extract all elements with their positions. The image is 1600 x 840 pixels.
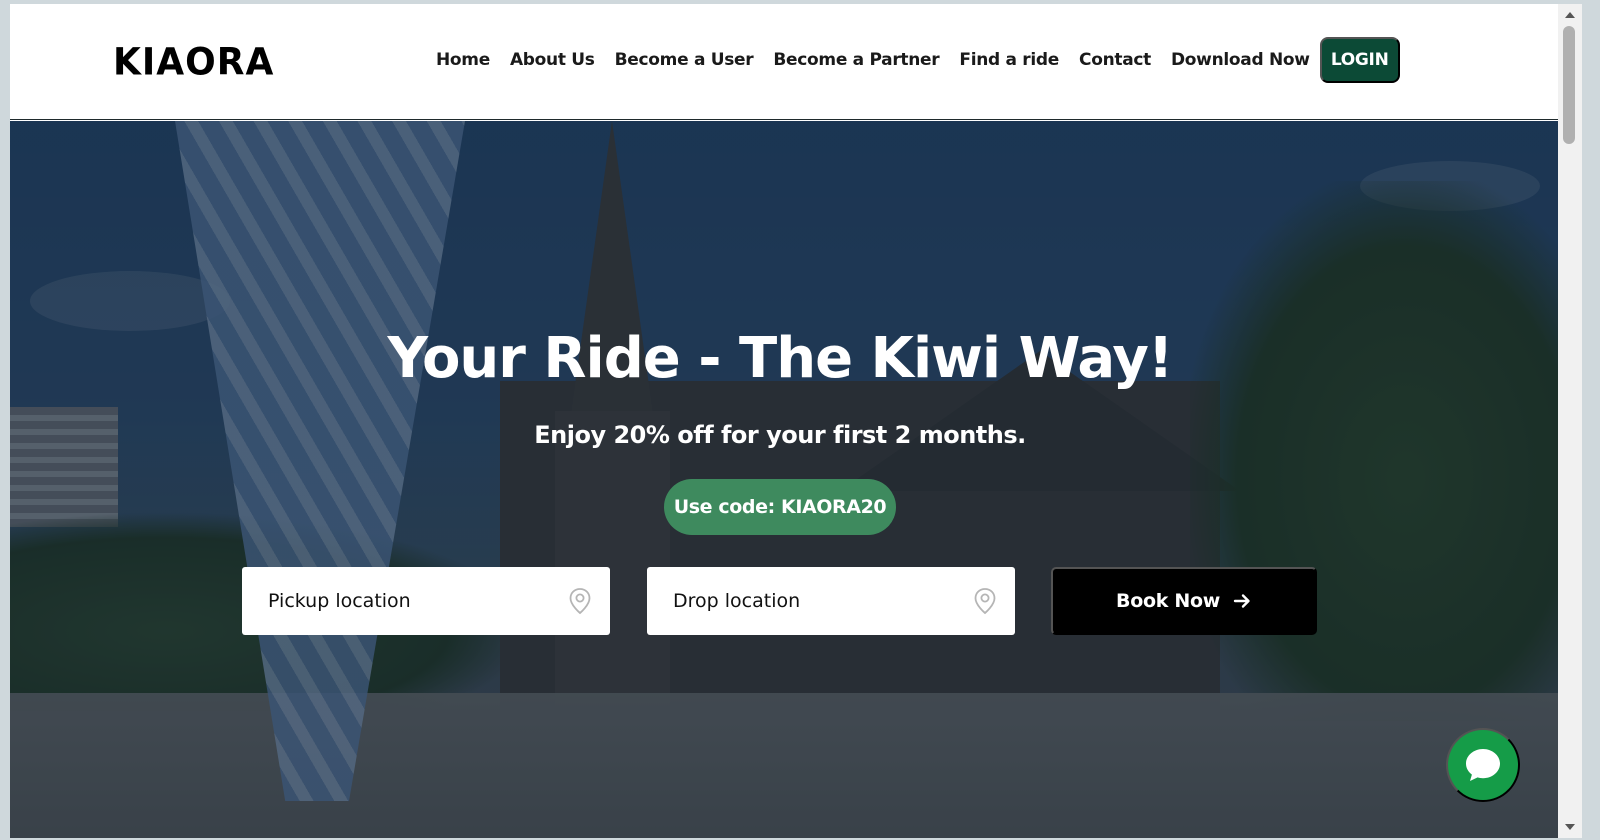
site-header: KIAORA Home About Us Become a User Becom… [10,4,1582,120]
scrollbar-thumb[interactable] [1563,26,1575,144]
main-nav: Home About Us Become a User Become a Par… [436,37,1400,83]
pickup-field[interactable] [242,567,610,635]
nav-find-a-ride[interactable]: Find a ride [959,50,1059,70]
pickup-input[interactable] [242,567,542,635]
nav-download-now[interactable]: Download Now [1171,50,1310,70]
nav-become-a-user[interactable]: Become a User [615,50,754,70]
arrow-right-icon [1233,594,1250,608]
location-pin-icon [569,588,591,615]
location-pin-icon [974,588,996,615]
browser-frame: KIAORA Home About Us Become a User Becom… [0,0,1600,840]
book-now-label: Book Now [1116,590,1220,612]
nav-about-us[interactable]: About Us [510,50,595,70]
login-button[interactable]: LOGIN [1319,37,1400,83]
drop-field[interactable] [647,567,1015,635]
hero-title: Your Ride - The Kiwi Way! [387,326,1174,391]
nav-home[interactable]: Home [436,50,490,70]
nav-become-a-partner[interactable]: Become a Partner [773,50,939,70]
site-logo[interactable]: KIAORA [113,41,274,84]
hero-section: Your Ride - The Kiwi Way! Enjoy 20% off … [10,121,1582,838]
page-scrollbar[interactable] [1558,4,1582,838]
page-viewport: KIAORA Home About Us Become a User Becom… [10,4,1582,838]
chat-bubble-icon [1466,749,1500,781]
book-now-button[interactable]: Book Now [1051,567,1317,635]
hero-subtitle: Enjoy 20% off for your first 2 months. [534,421,1026,449]
drop-input[interactable] [647,567,947,635]
chat-button[interactable] [1446,728,1520,802]
scroll-down-icon[interactable] [1565,824,1575,830]
scroll-up-icon[interactable] [1565,12,1575,18]
promo-code-badge: Use code: KIAORA20 [664,479,896,535]
nav-contact[interactable]: Contact [1079,50,1151,70]
